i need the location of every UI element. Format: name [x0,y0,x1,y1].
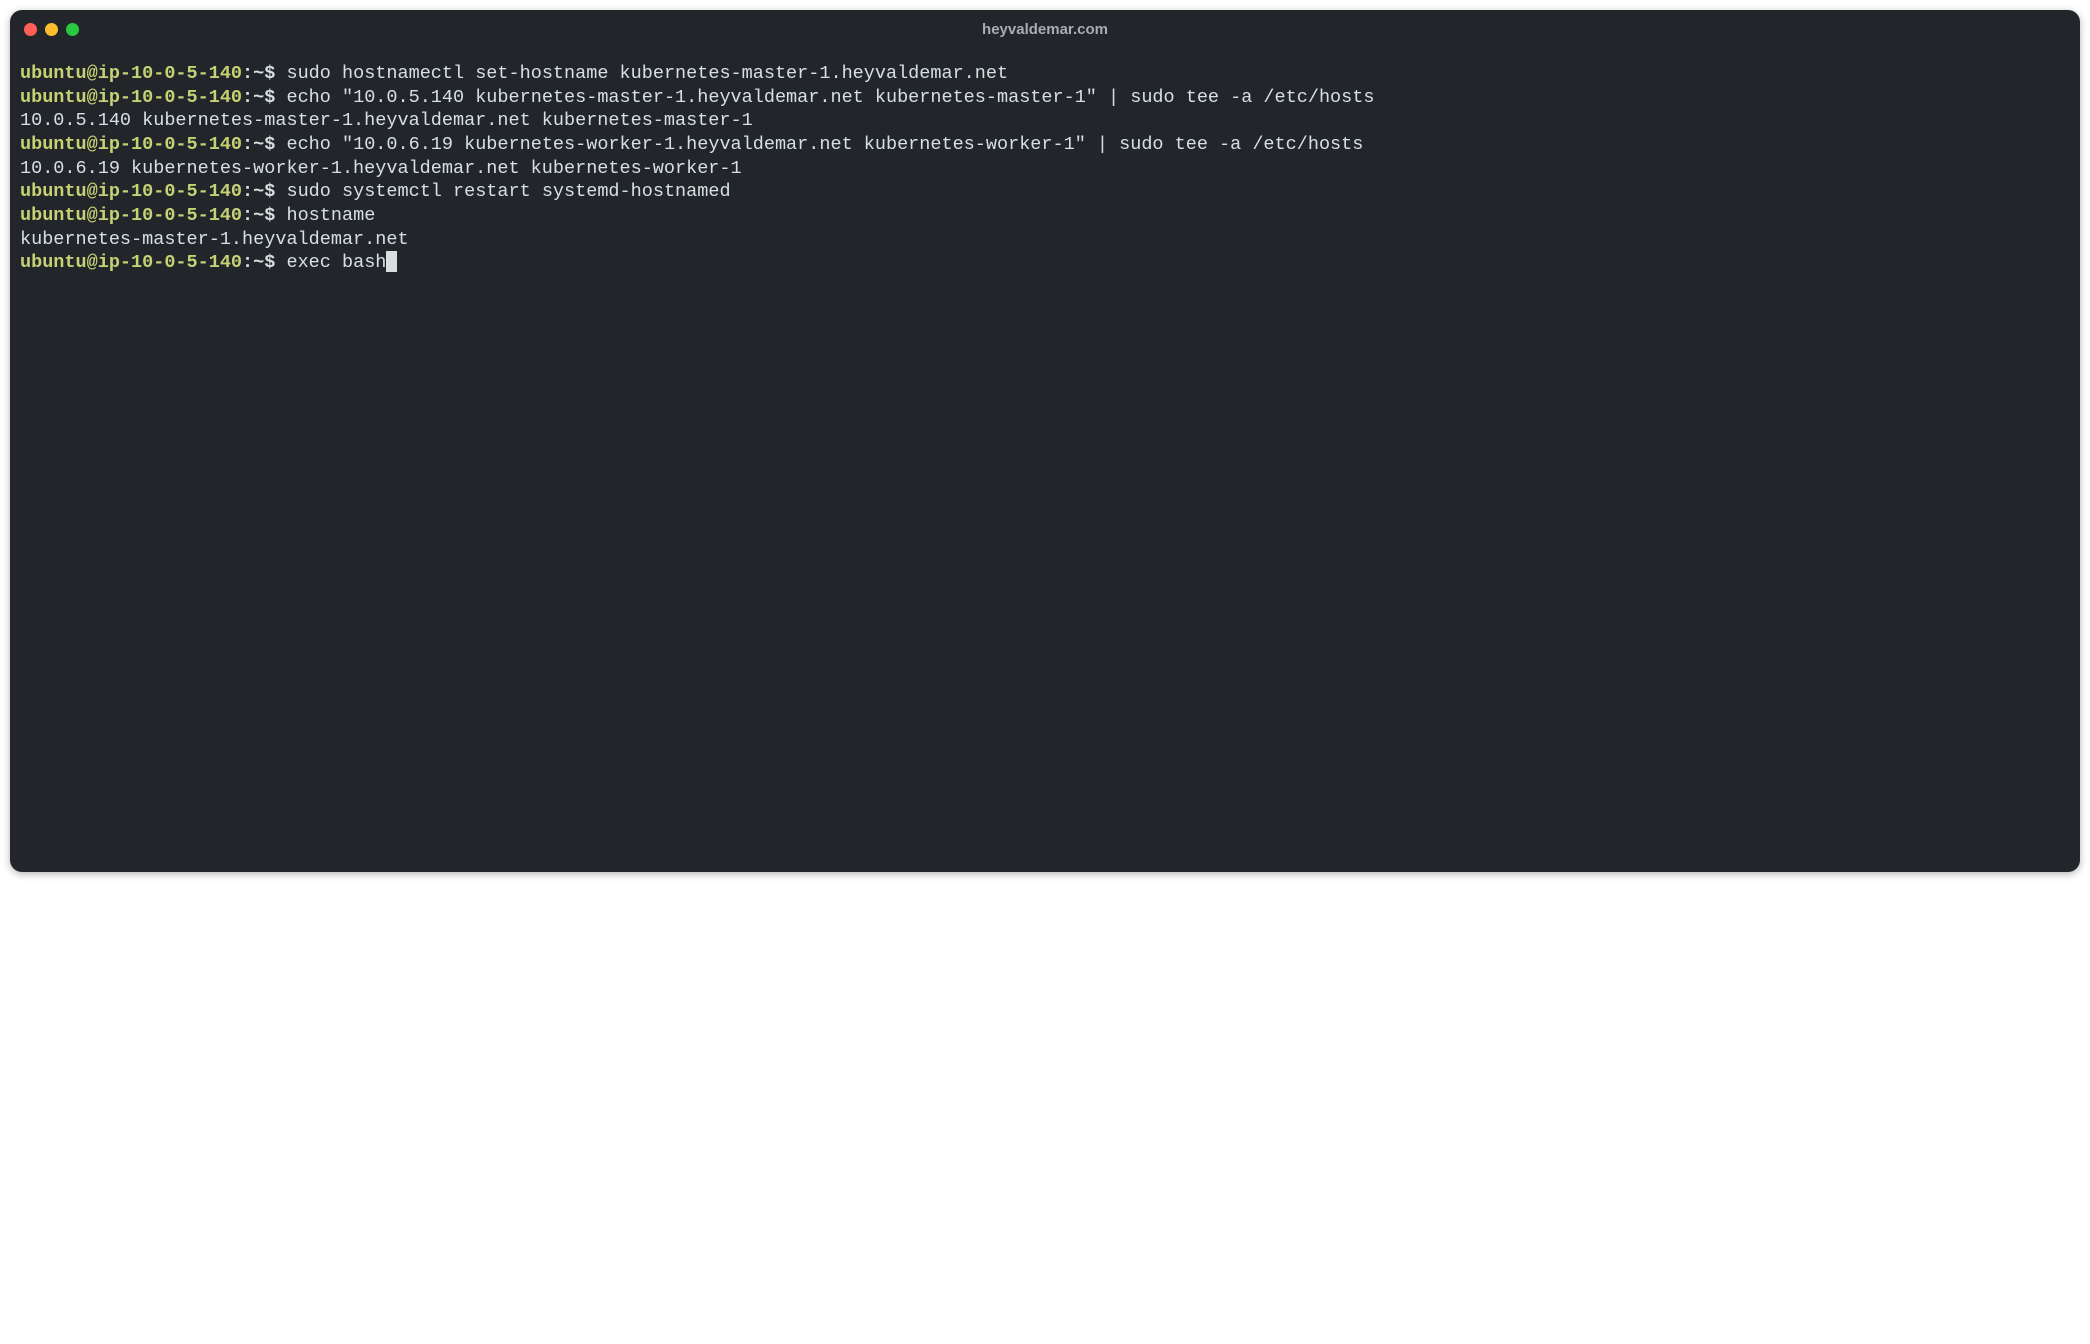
command-text: hostname [275,205,375,226]
prompt-dollar: $ [264,63,275,84]
prompt-dollar: $ [264,252,275,273]
prompt-separator: : [242,87,253,108]
terminal-line: ubuntu@ip-10-0-5-140:~$ hostname [20,204,2070,228]
window-controls [24,23,79,36]
prompt-userhost: ubuntu@ip-10-0-5-140 [20,87,242,108]
terminal-line: ubuntu@ip-10-0-5-140:~$ echo "10.0.5.140… [20,86,2070,110]
cursor-icon [386,251,397,272]
terminal-output: 10.0.5.140 kubernetes-master-1.heyvaldem… [20,109,2070,133]
terminal-window: heyvaldemar.com ubuntu@ip-10-0-5-140:~$ … [10,10,2080,872]
prompt-userhost: ubuntu@ip-10-0-5-140 [20,134,242,155]
prompt-userhost: ubuntu@ip-10-0-5-140 [20,205,242,226]
terminal-output: 10.0.6.19 kubernetes-worker-1.heyvaldema… [20,157,2070,181]
maximize-icon[interactable] [66,23,79,36]
prompt-dollar: $ [264,87,275,108]
command-text: sudo systemctl restart systemd-hostnamed [275,181,730,202]
command-text: sudo hostnamectl set-hostname kubernetes… [275,63,1008,84]
prompt-separator: : [242,134,253,155]
terminal-line: ubuntu@ip-10-0-5-140:~$ sudo systemctl r… [20,180,2070,204]
prompt-path: ~ [253,252,264,273]
prompt-userhost: ubuntu@ip-10-0-5-140 [20,252,242,273]
prompt-separator: : [242,63,253,84]
prompt-separator: : [242,205,253,226]
close-icon[interactable] [24,23,37,36]
prompt-dollar: $ [264,205,275,226]
terminal-line: ubuntu@ip-10-0-5-140:~$ exec bash [20,251,2070,275]
prompt-dollar: $ [264,134,275,155]
minimize-icon[interactable] [45,23,58,36]
prompt-separator: : [242,181,253,202]
prompt-path: ~ [253,134,264,155]
command-text: echo "10.0.6.19 kubernetes-worker-1.heyv… [275,134,1363,155]
terminal-output: kubernetes-master-1.heyvaldemar.net [20,228,2070,252]
command-text: exec bash [275,252,386,273]
prompt-path: ~ [253,63,264,84]
prompt-userhost: ubuntu@ip-10-0-5-140 [20,63,242,84]
prompt-separator: : [242,252,253,273]
window-title: heyvaldemar.com [982,21,1108,38]
terminal-body[interactable]: ubuntu@ip-10-0-5-140:~$ sudo hostnamectl… [10,48,2080,872]
prompt-userhost: ubuntu@ip-10-0-5-140 [20,181,242,202]
prompt-path: ~ [253,181,264,202]
command-text: echo "10.0.5.140 kubernetes-master-1.hey… [275,87,1374,108]
terminal-line: ubuntu@ip-10-0-5-140:~$ sudo hostnamectl… [20,62,2070,86]
prompt-path: ~ [253,205,264,226]
terminal-line: ubuntu@ip-10-0-5-140:~$ echo "10.0.6.19 … [20,133,2070,157]
prompt-dollar: $ [264,181,275,202]
window-titlebar: heyvaldemar.com [10,10,2080,48]
prompt-path: ~ [253,87,264,108]
